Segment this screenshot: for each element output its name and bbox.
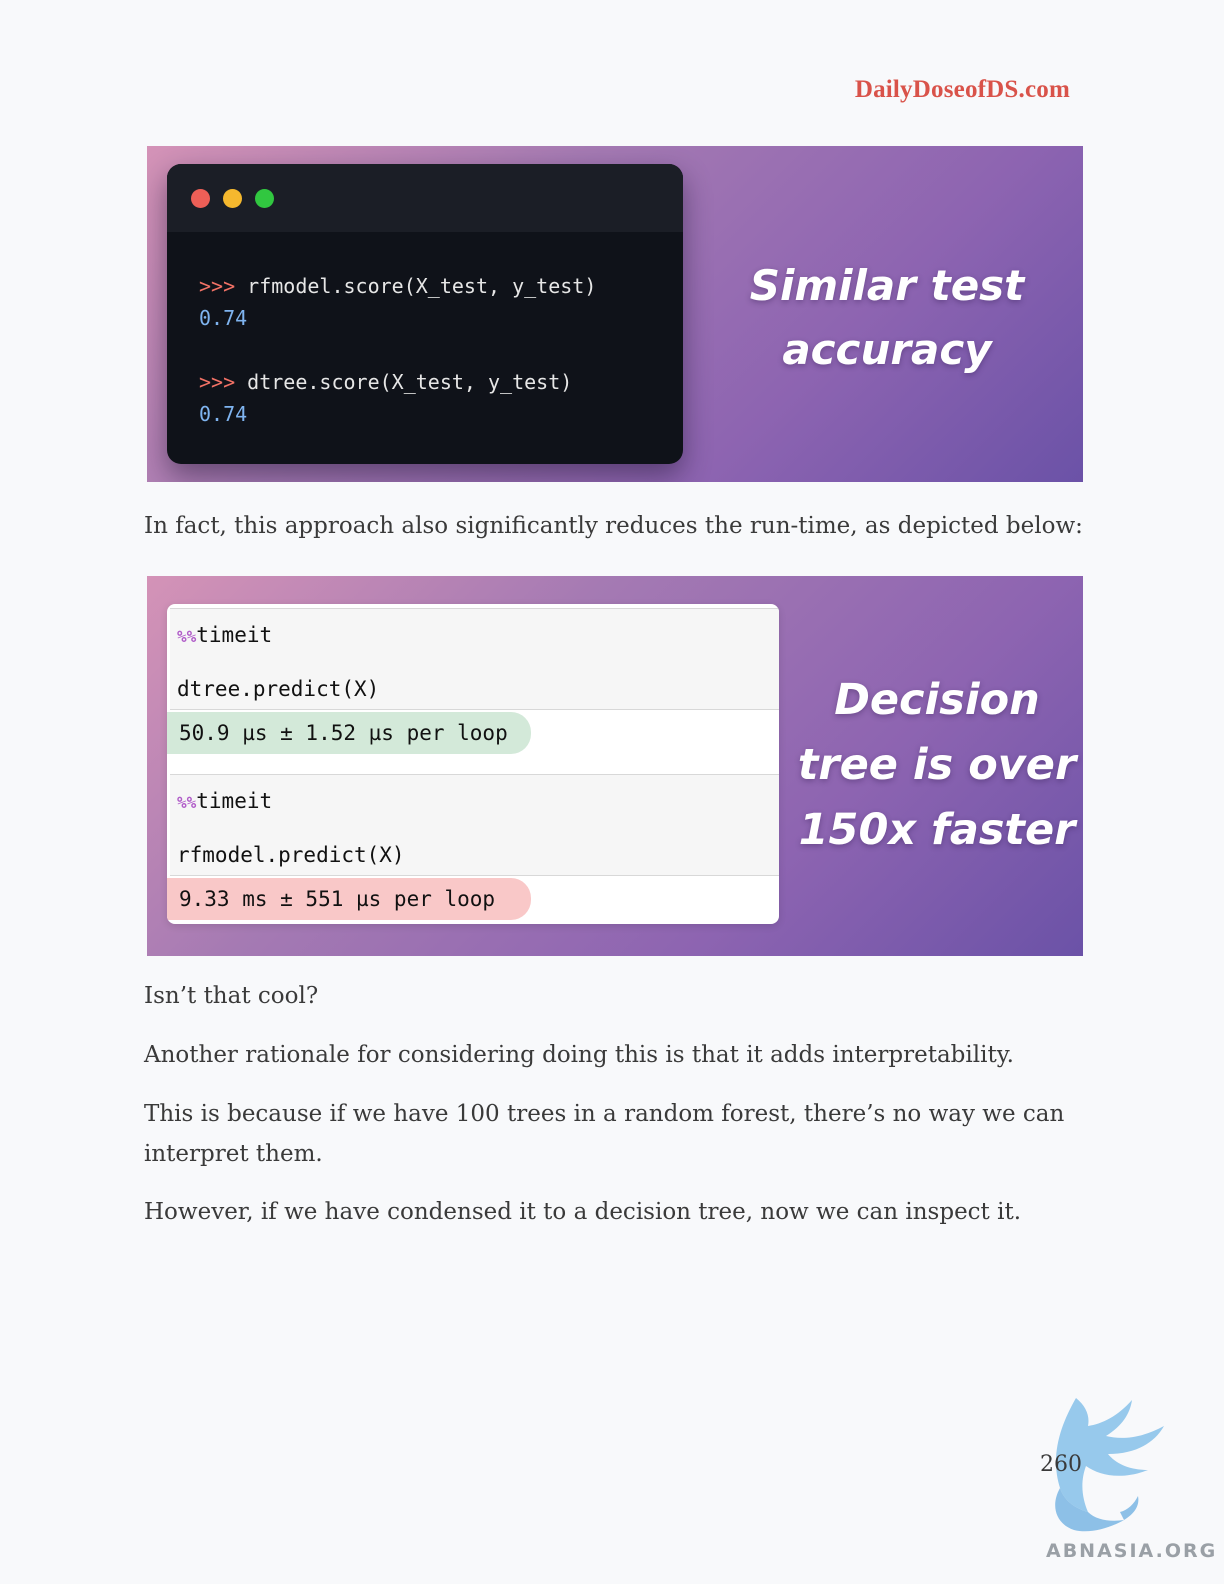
magic-prefix: %% xyxy=(177,627,197,646)
banner-title-line: tree is over xyxy=(797,740,1077,790)
terminal-result: 0.74 xyxy=(199,402,248,426)
terminal-result: 0.74 xyxy=(199,306,248,330)
magic-command: timeit xyxy=(196,789,273,813)
code-cell[interactable]: %%timeit rfmodel.predict(X) xyxy=(170,774,779,876)
site-brand: DailyDoseofDS.com xyxy=(854,76,1070,103)
page-number: 260 xyxy=(1040,1452,1082,1477)
watermark-text: ABNASIA.ORG xyxy=(1046,1540,1218,1562)
terminal-output: >>> rfmodel.score(X_test, y_test) 0.74 >>>… xyxy=(167,232,683,430)
code-line: dtree.predict(X) xyxy=(177,677,380,701)
terminal-prompt: >>> xyxy=(199,370,236,394)
accuracy-banner: >>> rfmodel.score(X_test, y_test) 0.74 >>>… xyxy=(147,146,1083,482)
terminal-prompt: >>> xyxy=(199,274,236,298)
runtime-banner: %%timeit dtree.predict(X) 50.9 µs ± 1.52… xyxy=(147,576,1083,956)
body-paragraph: This is because if we have 100 trees in … xyxy=(144,1101,1065,1167)
body-paragraph: Isn’t that cool? xyxy=(144,983,319,1009)
magic-command: timeit xyxy=(196,623,273,647)
accuracy-banner-title: Similar test accuracy xyxy=(727,254,1047,382)
banner-title-line: accuracy xyxy=(782,325,992,374)
terminal-command-line: >>> dtree.score(X_test, y_test) xyxy=(199,366,683,398)
body-paragraph: In fact, this approach also significantl… xyxy=(144,513,1083,539)
minimize-window-dot-icon xyxy=(223,189,242,208)
code-line: %%timeit xyxy=(177,623,272,647)
body-paragraph: Another rationale for considering doing … xyxy=(144,1042,1014,1068)
terminal-command-line: >>> rfmodel.score(X_test, y_test) xyxy=(199,270,683,302)
code-line: %%timeit xyxy=(177,789,272,813)
timing-output-slow: 9.33 ms ± 551 µs per loop xyxy=(167,878,531,920)
timing-output-fast: 50.9 µs ± 1.52 µs per loop xyxy=(167,712,531,754)
magic-prefix: %% xyxy=(177,793,197,812)
banner-title-line: Similar test xyxy=(749,261,1025,310)
close-window-dot-icon xyxy=(191,189,210,208)
notebook-panel: %%timeit dtree.predict(X) 50.9 µs ± 1.52… xyxy=(167,604,779,924)
terminal-command: dtree.score(X_test, y_test) xyxy=(247,370,573,394)
banner-title-line: Decision xyxy=(834,675,1040,725)
maximize-window-dot-icon xyxy=(255,189,274,208)
runtime-banner-title: Decision tree is over 150x faster xyxy=(787,668,1083,863)
terminal-window: >>> rfmodel.score(X_test, y_test) 0.74 >>>… xyxy=(167,164,683,464)
body-paragraph: However, if we have condensed it to a de… xyxy=(144,1199,1022,1225)
terminal-command: rfmodel.score(X_test, y_test) xyxy=(247,274,597,298)
code-line: rfmodel.predict(X) xyxy=(177,843,405,867)
banner-title-line: 150x faster xyxy=(798,805,1076,855)
terminal-titlebar xyxy=(167,164,683,232)
code-cell[interactable]: %%timeit dtree.predict(X) xyxy=(170,608,779,710)
